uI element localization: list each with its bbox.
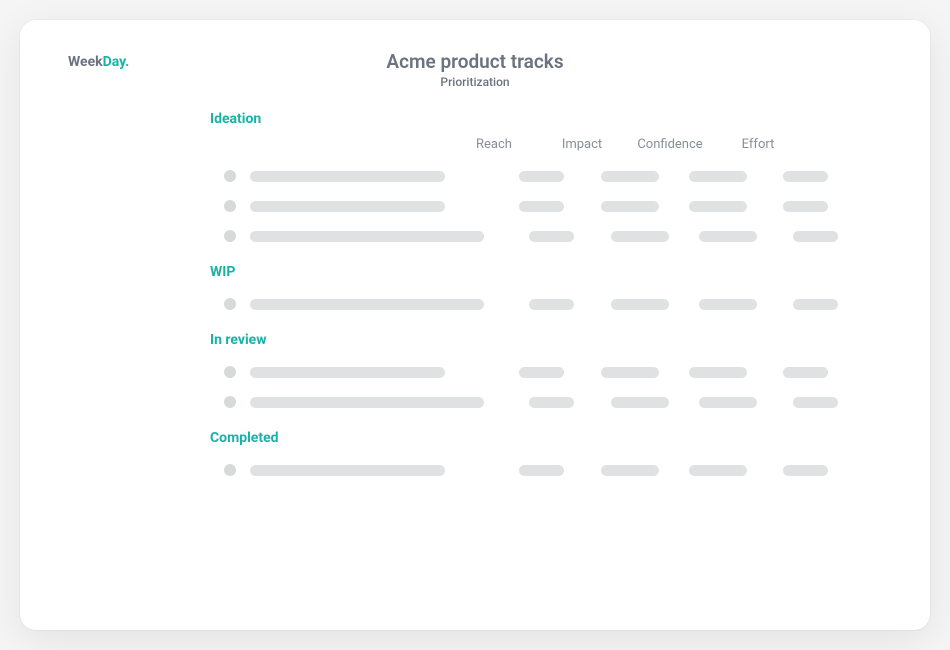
row-name-placeholder (250, 465, 445, 476)
section-in-review-title: In review (210, 332, 850, 348)
metric-confidence-placeholder (689, 171, 747, 182)
table-row[interactable] (210, 396, 850, 408)
table-row[interactable] (210, 298, 850, 310)
metric-reach-placeholder (519, 465, 564, 476)
metric-confidence-placeholder (699, 397, 757, 408)
row-name-placeholder (250, 397, 484, 408)
row-bullet-icon (224, 200, 236, 212)
row-bullet-icon (224, 366, 236, 378)
row-bullet-icon (224, 464, 236, 476)
table-row[interactable] (210, 366, 850, 378)
metric-impact-placeholder (601, 465, 659, 476)
column-confidence: Confidence (626, 137, 714, 152)
row-name-placeholder (250, 231, 484, 242)
metric-impact-placeholder (601, 367, 659, 378)
section-completed-title: Completed (210, 430, 850, 446)
content-area: Ideation Reach Impact Confidence Effort … (210, 111, 850, 476)
metric-reach-placeholder (529, 299, 574, 310)
table-row[interactable] (210, 170, 850, 182)
metric-effort-placeholder (793, 397, 838, 408)
metric-effort-placeholder (783, 201, 828, 212)
page-subtitle: Prioritization (70, 75, 880, 89)
metric-reach-placeholder (519, 367, 564, 378)
logo: WeekDay. (68, 54, 129, 70)
metric-confidence-placeholder (699, 231, 757, 242)
metric-effort-placeholder (793, 231, 838, 242)
logo-day: Day (103, 54, 126, 70)
column-headers: Reach Impact Confidence Effort (210, 137, 850, 152)
section-ideation-title: Ideation (210, 111, 850, 127)
row-name-placeholder (250, 367, 445, 378)
metric-effort-placeholder (783, 465, 828, 476)
metric-reach-placeholder (529, 231, 574, 242)
column-reach: Reach (450, 137, 538, 152)
row-bullet-icon (224, 396, 236, 408)
metric-effort-placeholder (783, 367, 828, 378)
metric-effort-placeholder (793, 299, 838, 310)
rows-container: WIP In review Completed (210, 170, 850, 476)
metric-confidence-placeholder (699, 299, 757, 310)
metric-confidence-placeholder (689, 465, 747, 476)
section-wip-title: WIP (210, 264, 850, 280)
row-name-placeholder (250, 299, 484, 310)
page-header: Acme product tracks Prioritization (70, 50, 880, 89)
metric-impact-placeholder (611, 397, 669, 408)
row-bullet-icon (224, 298, 236, 310)
metric-reach-placeholder (519, 171, 564, 182)
column-impact: Impact (538, 137, 626, 152)
page-title: Acme product tracks (70, 50, 880, 73)
metric-impact-placeholder (601, 171, 659, 182)
logo-dot: . (125, 54, 129, 70)
row-bullet-icon (224, 230, 236, 242)
metric-confidence-placeholder (689, 367, 747, 378)
logo-week: Week (68, 54, 103, 70)
row-name-placeholder (250, 201, 445, 212)
row-name-placeholder (250, 171, 445, 182)
header-spacer (210, 137, 450, 152)
table-row[interactable] (210, 464, 850, 476)
metric-impact-placeholder (601, 201, 659, 212)
table-row[interactable] (210, 230, 850, 242)
metric-reach-placeholder (519, 201, 564, 212)
metric-effort-placeholder (783, 171, 828, 182)
metric-impact-placeholder (611, 299, 669, 310)
app-card: WeekDay. Acme product tracks Prioritizat… (20, 20, 930, 630)
column-effort: Effort (714, 137, 802, 152)
metric-impact-placeholder (611, 231, 669, 242)
table-row[interactable] (210, 200, 850, 212)
row-bullet-icon (224, 170, 236, 182)
metric-reach-placeholder (529, 397, 574, 408)
metric-confidence-placeholder (689, 201, 747, 212)
